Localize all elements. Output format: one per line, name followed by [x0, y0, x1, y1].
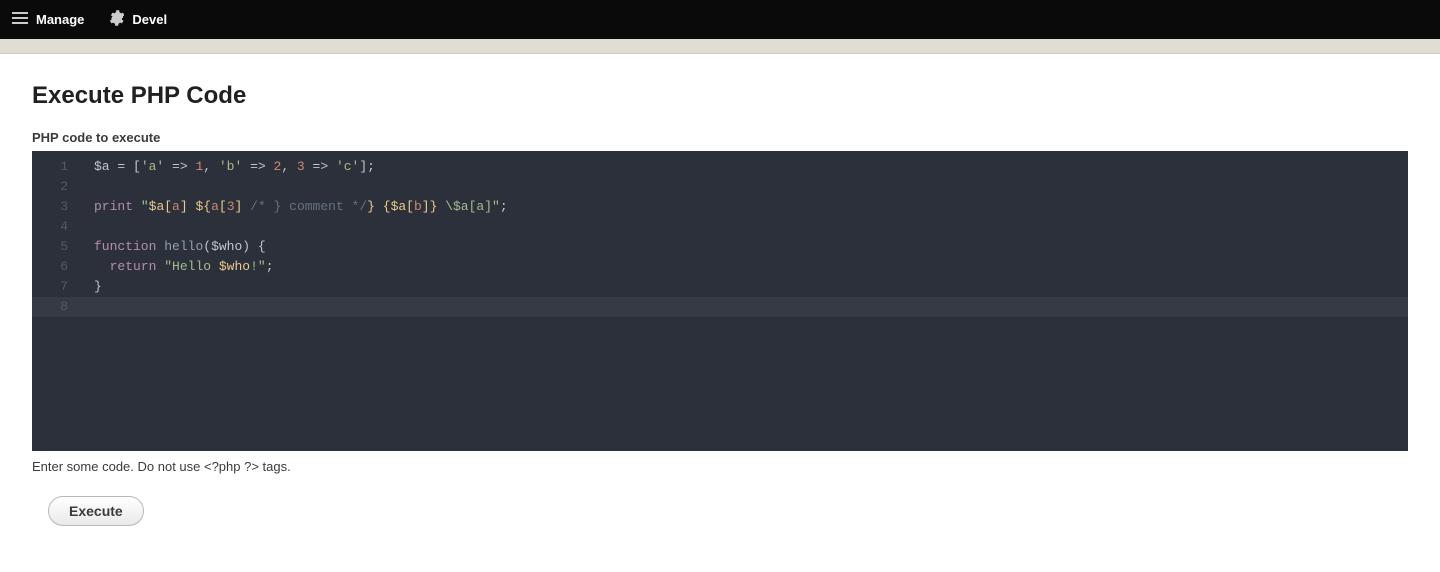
code-line [94, 177, 1408, 197]
code-line: $a = ['a' => 1, 'b' => 2, 3 => 'c']; [94, 157, 1408, 177]
code-field-label: PHP code to execute [32, 130, 1408, 145]
line-number: 7 [32, 277, 68, 297]
manage-menu-item[interactable]: Manage [12, 10, 84, 29]
active-line-highlight [32, 297, 1408, 317]
admin-toolbar: Manage Devel [0, 0, 1440, 39]
code-line: function hello($who) { [94, 237, 1408, 257]
line-number: 5 [32, 237, 68, 257]
help-text: Enter some code. Do not use <?php ?> tag… [32, 459, 1408, 474]
execute-button[interactable]: Execute [48, 496, 144, 526]
code-editor[interactable]: 1 2 3 4 5 6 7 8 $a = ['a' => 1, 'b' => 2… [32, 151, 1408, 451]
code-line: } [94, 277, 1408, 297]
main-content: Execute PHP Code PHP code to execute 1 2… [0, 54, 1440, 546]
hamburger-icon [12, 10, 28, 29]
code-line: return "Hello $who!"; [94, 257, 1408, 277]
code-line: print "$a[a] ${a[3] /* } comment */} {$a… [94, 197, 1408, 217]
gear-icon [108, 10, 124, 29]
line-number: 1 [32, 157, 68, 177]
line-number: 6 [32, 257, 68, 277]
manage-label: Manage [36, 12, 84, 27]
page-title: Execute PHP Code [32, 82, 1408, 110]
line-number: 2 [32, 177, 68, 197]
code-content[interactable]: $a = ['a' => 1, 'b' => 2, 3 => 'c']; pri… [32, 151, 1408, 317]
devel-label: Devel [132, 12, 167, 27]
code-line [94, 217, 1408, 237]
line-number: 3 [32, 197, 68, 217]
line-number: 8 [32, 297, 68, 317]
line-number: 4 [32, 217, 68, 237]
spacer-bar [0, 39, 1440, 54]
devel-menu-item[interactable]: Devel [108, 10, 167, 29]
line-number-gutter: 1 2 3 4 5 6 7 8 [32, 151, 74, 451]
